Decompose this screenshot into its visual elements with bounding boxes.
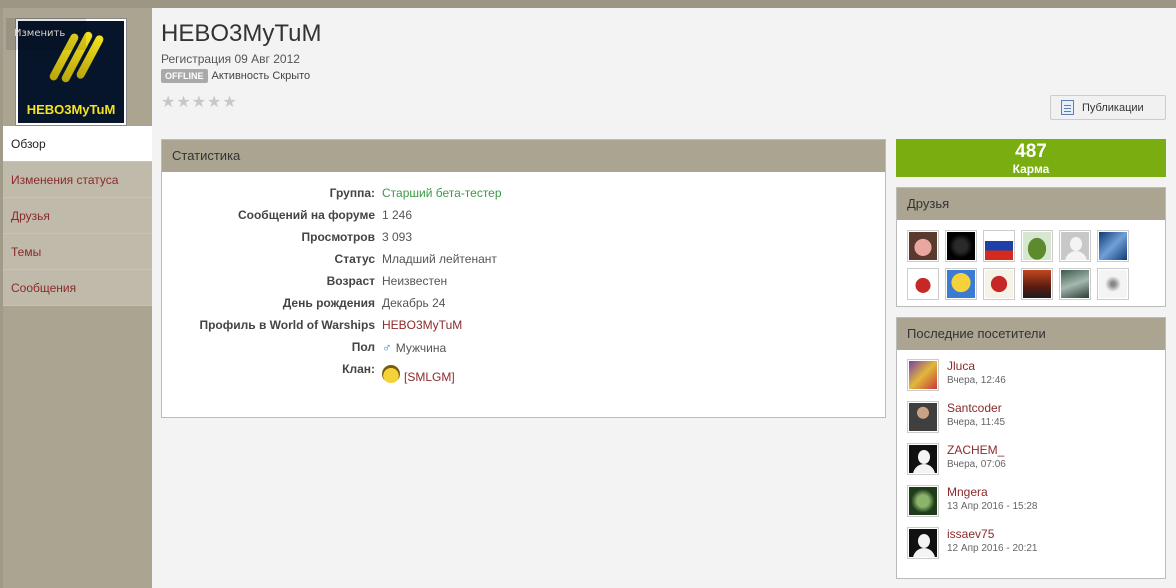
- clan-link[interactable]: [SMLGM]: [404, 370, 455, 384]
- visitor-name[interactable]: ZACHEM_: [947, 443, 1006, 457]
- change-photo-button[interactable]: Изменить: [6, 18, 86, 50]
- karma-badge: 487 Карма: [896, 139, 1166, 177]
- visitor-item: Santcoder Вчера, 11:45: [907, 401, 1005, 435]
- stat-value: 3 093: [382, 230, 413, 244]
- stat-value: Неизвестен: [382, 274, 448, 288]
- avatar-logo-text: HEBO3MyTuM: [26, 102, 116, 117]
- publications-button[interactable]: Публикации: [1050, 95, 1166, 120]
- status-line: OFFLINE Активность Скрыто: [161, 69, 310, 83]
- visitor-item: Mngera 13 Апр 2016 - 15:28: [907, 485, 1037, 519]
- stat-label: Профиль в World of Warships: [199, 318, 375, 332]
- document-icon: [1061, 100, 1074, 115]
- sidebar: HEBO3MyTuM Изменить Обзор Изменения стат…: [3, 8, 155, 588]
- stat-row-age: Возраст Неизвестен: [162, 274, 887, 292]
- friend-avatar[interactable]: [907, 230, 939, 262]
- stat-value: Декабрь 24: [382, 296, 446, 310]
- stat-label: Клан:: [342, 362, 375, 376]
- stat-row-clan: Клан: [SMLGM]: [162, 362, 887, 384]
- visitor-name[interactable]: Jluca: [947, 359, 1006, 373]
- friends-grid: [897, 220, 1165, 310]
- friend-avatar[interactable]: [1021, 268, 1053, 300]
- visitor-time: 13 Апр 2016 - 15:28: [947, 501, 1038, 512]
- stat-row-gender: Пол ♂ Мужчина: [162, 340, 887, 358]
- karma-label: Карма: [1012, 162, 1050, 176]
- visitor-avatar[interactable]: [907, 485, 939, 517]
- profile-name: HEBO3MyTuM: [161, 20, 322, 47]
- nav-item-overview[interactable]: Обзор: [3, 126, 155, 162]
- stat-label: Просмотров: [301, 230, 375, 244]
- recent-visitors-panel: Последние посетители Jluca Вчера, 12:46 …: [896, 317, 1166, 579]
- stat-row-wows-profile: Профиль в World of Warships HEBO3MyTuM: [162, 318, 887, 336]
- stat-row-views: Просмотров 3 093: [162, 230, 887, 248]
- friend-avatar[interactable]: [1097, 268, 1129, 300]
- visitor-item: issaev75 12 Апр 2016 - 20:21: [907, 527, 1037, 561]
- stat-label: Группа:: [329, 186, 375, 200]
- visitor-avatar[interactable]: [907, 527, 939, 559]
- visitor-time: 12 Апр 2016 - 20:21: [947, 543, 1038, 554]
- stat-label: Сообщений на форуме: [237, 208, 375, 222]
- visitor-time: Вчера, 07:06: [947, 459, 1006, 470]
- visitor-name[interactable]: Santcoder: [947, 401, 1005, 415]
- visitor-avatar[interactable]: [907, 443, 939, 475]
- nav-item-topics[interactable]: Темы: [3, 234, 152, 270]
- friend-avatar[interactable]: [1059, 230, 1091, 262]
- stat-row-posts: Сообщений на форуме 1 246: [162, 208, 887, 226]
- clan-emblem-icon: [382, 365, 400, 383]
- wows-profile-link[interactable]: HEBO3MyTuM: [382, 318, 462, 332]
- friend-avatar[interactable]: [983, 230, 1015, 262]
- stat-value: ♂ Мужчина: [382, 340, 446, 355]
- friend-avatar[interactable]: [907, 268, 939, 300]
- friend-avatar[interactable]: [1059, 268, 1091, 300]
- star-icon[interactable]: ★: [192, 94, 206, 110]
- visitor-avatar[interactable]: [907, 401, 939, 433]
- stat-label: День рождения: [282, 296, 375, 310]
- rating-stars[interactable]: ★ ★ ★ ★ ★: [161, 94, 237, 110]
- star-icon[interactable]: ★: [176, 94, 190, 110]
- visitor-item: ZACHEM_ Вчера, 07:06: [907, 443, 1006, 477]
- friend-avatar[interactable]: [1097, 230, 1129, 262]
- nav-item-friends[interactable]: Друзья: [3, 198, 152, 234]
- stat-row-birthday: День рождения Декабрь 24: [162, 296, 887, 314]
- friends-panel: Друзья: [896, 187, 1166, 307]
- star-icon[interactable]: ★: [222, 94, 236, 110]
- nav-item-posts[interactable]: Сообщения: [3, 270, 152, 306]
- stat-value: Младший лейтенант: [382, 252, 497, 266]
- friend-avatar[interactable]: [945, 268, 977, 300]
- friend-avatar[interactable]: [945, 230, 977, 262]
- star-icon[interactable]: ★: [161, 94, 175, 110]
- visitor-avatar[interactable]: [907, 359, 939, 391]
- visitor-time: Вчера, 12:46: [947, 375, 1006, 386]
- stat-value: Старший бета-тестер: [382, 186, 502, 200]
- registration-date: Регистрация 09 Авг 2012: [161, 52, 300, 66]
- stat-value: 1 246: [382, 208, 413, 222]
- friend-avatar[interactable]: [1021, 230, 1053, 262]
- karma-value: 487: [1015, 141, 1047, 162]
- visitors-title: Последние посетители: [897, 318, 1165, 350]
- star-icon[interactable]: ★: [207, 94, 221, 110]
- offline-badge: OFFLINE: [161, 69, 208, 83]
- male-icon: ♂: [382, 340, 392, 355]
- visitor-time: Вчера, 11:45: [947, 417, 1006, 428]
- stat-label: Пол: [351, 340, 375, 354]
- friends-title: Друзья: [897, 188, 1165, 220]
- activity-text: Активность Скрыто: [211, 70, 311, 82]
- profile-nav: Обзор Изменения статуса Друзья Темы Сооб…: [3, 126, 155, 306]
- nav-item-status-updates[interactable]: Изменения статуса: [3, 162, 152, 198]
- statistics-title: Статистика: [162, 140, 885, 172]
- visitor-name[interactable]: issaev75: [947, 527, 1037, 541]
- visitor-item: Jluca Вчера, 12:46: [907, 359, 1006, 393]
- top-strip: [0, 0, 1176, 8]
- visitor-name[interactable]: Mngera: [947, 485, 1037, 499]
- profile-main: HEBO3MyTuM Регистрация 09 Авг 2012 OFFLI…: [152, 8, 1176, 588]
- stat-row-status: Статус Младший лейтенант: [162, 252, 887, 270]
- stat-row-group: Группа: Старший бета-тестер: [162, 186, 887, 204]
- friend-avatar[interactable]: [983, 268, 1015, 300]
- stat-value: [SMLGM]: [382, 362, 455, 384]
- publications-label: Публикации: [1082, 101, 1144, 114]
- gender-value: Мужчина: [395, 340, 447, 355]
- stat-label: Статус: [334, 252, 375, 266]
- statistics-panel: Статистика Группа: Старший бета-тестер С…: [161, 139, 886, 418]
- stat-label: Возраст: [326, 274, 375, 288]
